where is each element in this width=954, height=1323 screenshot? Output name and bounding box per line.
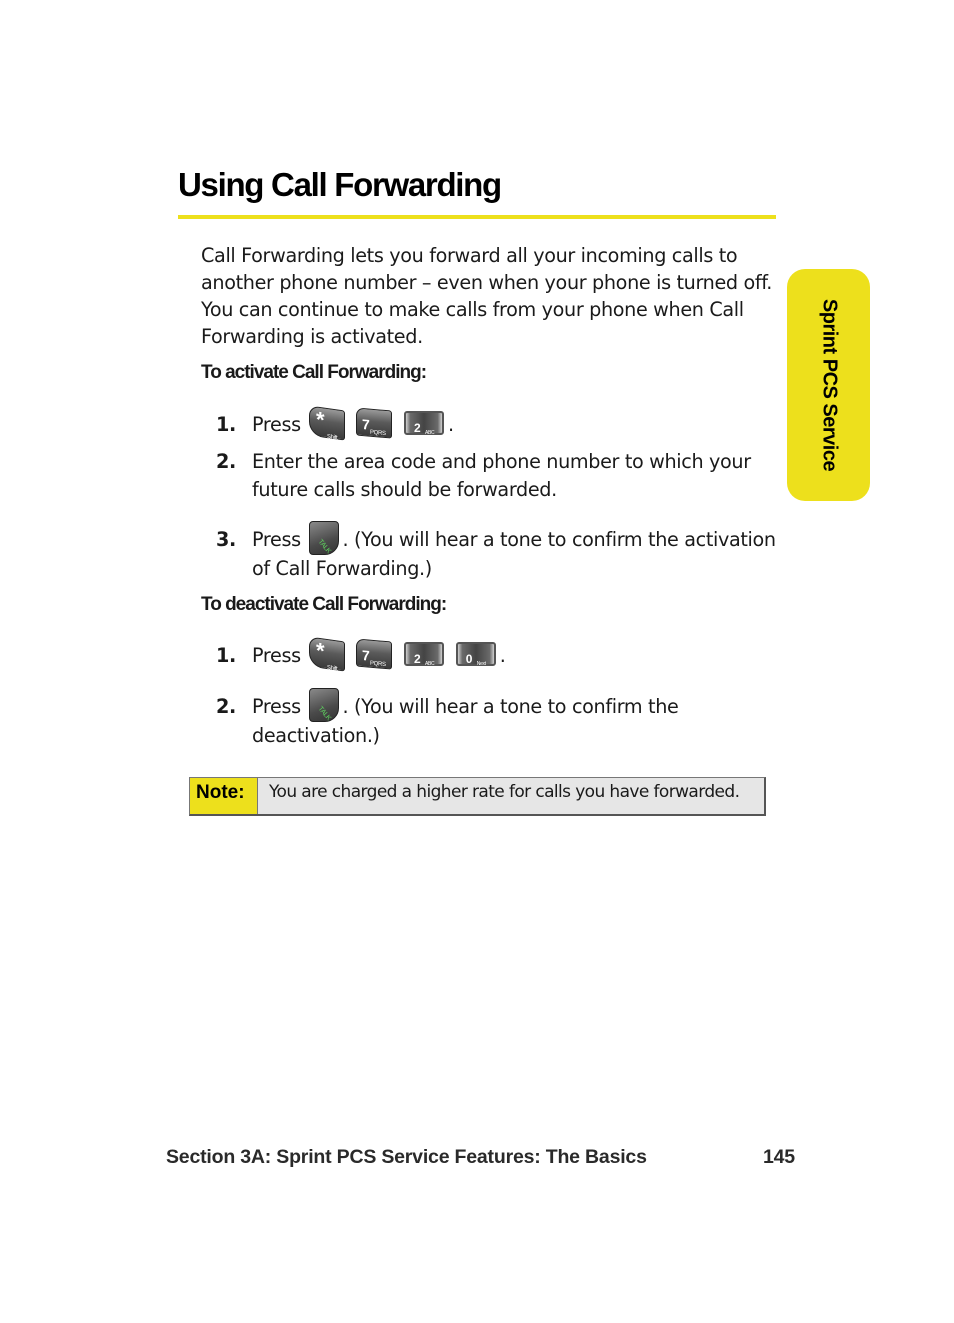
- 2-abc-key-icon: 2 ABC: [404, 641, 444, 667]
- star-shift-key-icon: * Shift: [308, 635, 345, 672]
- activate-step-3: 3. Press TALK. (You will hear a tone to …: [216, 520, 786, 583]
- step-text: Enter the area code and phone number to …: [252, 450, 751, 501]
- step-number: 2.: [216, 450, 236, 473]
- note-box: Note: You are charged a higher rate for …: [189, 777, 766, 816]
- step-text: Press: [252, 528, 301, 551]
- section-side-tab: Sprint PCS Service: [787, 269, 870, 501]
- activate-heading: To activate Call Forwarding:: [201, 362, 427, 383]
- step-number: 2.: [216, 695, 236, 718]
- footer-page-number: 145: [763, 1146, 795, 1168]
- deactivate-step-1: 1. Press * Shift 7 PQRS 2 ABC 0 Next.: [216, 635, 506, 672]
- side-tab-label: Sprint PCS Service: [818, 298, 840, 472]
- step-text: Press: [252, 644, 301, 667]
- intro-paragraph: Call Forwarding lets you forward all you…: [201, 244, 773, 348]
- star-shift-key-icon: * Shift: [308, 404, 345, 441]
- note-label: Note:: [190, 778, 258, 814]
- step-text: Press: [252, 695, 301, 718]
- step-number: 3.: [216, 528, 236, 551]
- 2-abc-key-icon: 2 ABC: [404, 410, 444, 436]
- step-number: 1.: [216, 644, 236, 667]
- activate-step-2: 2. Enter the area code and phone number …: [216, 448, 786, 504]
- footer-section-title: Section 3A: Sprint PCS Service Features:…: [166, 1146, 647, 1168]
- deactivate-step-2: 2. Press TALK. (You will hear a tone to …: [216, 687, 786, 750]
- page-title: Using Call Forwarding: [178, 166, 502, 203]
- step-number: 1.: [216, 413, 236, 436]
- 0-next-key-icon: 0 Next: [455, 641, 496, 667]
- talk-key-icon: TALK: [308, 520, 339, 555]
- 7-pqrs-key-icon: 7 PQRS: [356, 406, 393, 439]
- talk-key-icon: TALK: [308, 687, 339, 722]
- note-text: You are charged a higher rate for calls …: [269, 782, 740, 802]
- 7-pqrs-key-icon: 7 PQRS: [356, 637, 393, 670]
- title-underline: [178, 215, 776, 219]
- step-text: Press: [252, 413, 301, 436]
- activate-step-1: 1. Press * Shift 7 PQRS 2 ABC.: [216, 404, 454, 441]
- deactivate-heading: To deactivate Call Forwarding:: [201, 594, 447, 615]
